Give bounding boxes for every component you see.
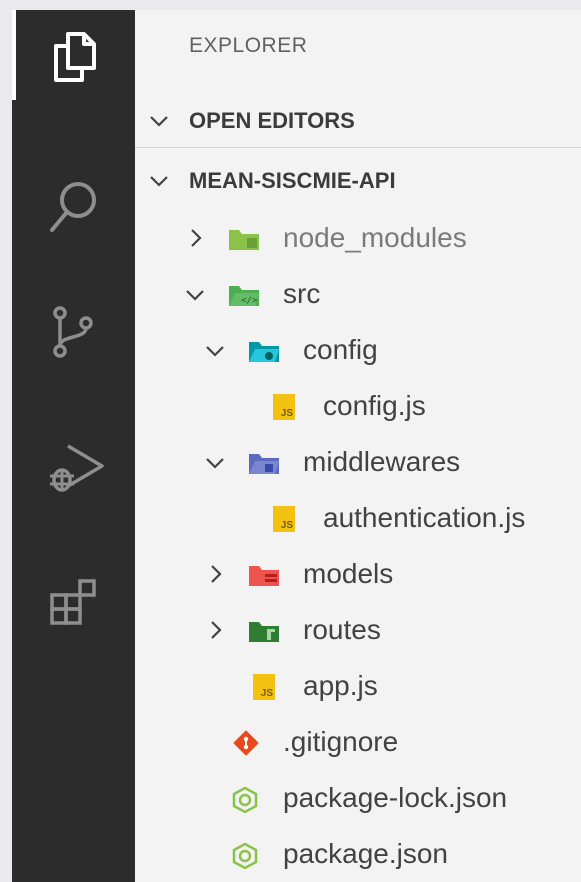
run-debug-tab[interactable] — [12, 420, 135, 510]
tree-item-label: .gitignore — [283, 726, 399, 757]
source-control-icon — [53, 306, 93, 358]
project-label: MEAN-SISCMIE-API — [189, 168, 396, 193]
tree-item-routes[interactable]: routes — [135, 602, 581, 658]
svg-text:</>: </> — [241, 296, 258, 306]
chevron-down-icon — [206, 458, 224, 469]
tree-item-app-js[interactable]: JS app.js — [135, 658, 581, 714]
project-header[interactable]: MEAN-SISCMIE-API — [135, 155, 581, 207]
tree-item-middlewares[interactable]: middlewares — [135, 434, 581, 490]
tree-item-label: package-lock.json — [283, 782, 508, 813]
tree-item-label: node_modules — [283, 222, 467, 253]
nodejs-icon — [232, 842, 258, 870]
chevron-down-icon — [150, 176, 168, 187]
tree-item-gitignore[interactable]: .gitignore — [135, 714, 581, 770]
section-divider — [135, 147, 581, 148]
js-file-icon: JS — [273, 394, 295, 420]
tree-item-label: models — [303, 558, 394, 589]
open-editors-label: OPEN EDITORS — [189, 108, 355, 133]
config-folder-icon — [249, 342, 279, 362]
tree-item-label: middlewares — [303, 446, 461, 477]
explorer-tab[interactable] — [12, 10, 135, 100]
tree-item-authentication-js[interactable]: JS authentication.js — [135, 490, 581, 546]
js-file-icon: JS — [273, 506, 295, 532]
extensions-icon — [50, 579, 96, 625]
tree-item-label: package.json — [283, 838, 449, 869]
tree-item-label: config.js — [323, 390, 426, 421]
tree-item-config-js[interactable]: JS config.js — [135, 378, 581, 434]
tree-item-src[interactable]: </> src — [135, 266, 581, 322]
search-tab[interactable] — [12, 160, 135, 250]
chevron-right-icon — [191, 229, 202, 247]
chevron-down-icon — [186, 290, 204, 301]
git-icon — [233, 730, 259, 756]
tree-item-label: src — [283, 278, 321, 309]
tree-item-label: routes — [303, 614, 381, 645]
tree-item-label: app.js — [303, 670, 378, 701]
tree-item-label: config — [303, 334, 378, 365]
nodejs-icon — [232, 786, 258, 814]
source-control-tab[interactable] — [12, 285, 135, 375]
tree-item-package-json[interactable]: package.json — [135, 826, 581, 882]
chevron-right-icon — [211, 621, 222, 639]
explorer-title: EXPLORER — [189, 34, 308, 57]
src-folder-icon: </> — [229, 286, 259, 306]
tree-item-package-lock-json[interactable]: package-lock.json — [135, 770, 581, 826]
extensions-tab[interactable] — [12, 555, 135, 645]
routes-folder-icon — [249, 622, 279, 642]
js-file-icon: JS — [253, 674, 275, 700]
open-editors-header[interactable]: OPEN EDITORS — [135, 95, 581, 147]
run-debug-icon — [50, 444, 104, 492]
models-folder-icon — [249, 566, 279, 586]
tree-item-config[interactable]: config — [135, 322, 581, 378]
chevron-down-icon — [150, 116, 168, 127]
node-folder-icon — [229, 230, 259, 250]
tree-item-models[interactable]: models — [135, 546, 581, 602]
chevron-down-icon — [206, 346, 224, 357]
chevron-right-icon — [211, 565, 222, 583]
activity-bar — [12, 10, 135, 882]
files-icon — [54, 32, 96, 82]
search-icon — [50, 182, 96, 232]
tree-item-node-modules[interactable]: node_modules — [135, 210, 581, 266]
tree-item-label: authentication.js — [323, 502, 526, 533]
explorer-sidebar: EXPLORER OPEN EDITORS MEAN-SISCMIE-API n… — [135, 10, 581, 882]
middlewares-folder-icon — [249, 454, 279, 474]
